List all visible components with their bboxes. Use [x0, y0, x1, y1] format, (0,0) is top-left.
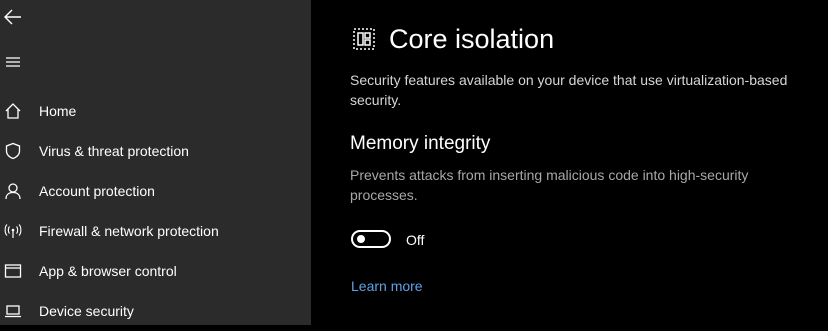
person-icon — [3, 181, 23, 201]
sidebar-item-label: Account protection — [39, 183, 155, 199]
page-title: Core isolation — [389, 23, 555, 54]
sidebar-item-device-security[interactable]: Device security — [0, 291, 311, 331]
page-header: Core isolation — [350, 22, 554, 56]
main-content: Core isolation Security features availab… — [311, 0, 828, 325]
sidebar-item-app-browser-control[interactable]: App & browser control — [0, 251, 311, 291]
sidebar-item-label: Virus & threat protection — [39, 143, 189, 159]
memory-integrity-toggle[interactable] — [351, 230, 391, 248]
toggle-state-label: Off — [406, 232, 425, 248]
sidebar-item-label: Device security — [39, 303, 134, 319]
shield-icon — [3, 141, 23, 161]
wifi-broadcast-icon — [3, 221, 23, 241]
sidebar-item-label: App & browser control — [39, 263, 177, 279]
sidebar-item-label: Firewall & network protection — [39, 223, 219, 239]
page-description: Security features available on your devi… — [350, 72, 788, 108]
laptop-icon — [3, 301, 23, 321]
sidebar-item-firewall-network-protection[interactable]: Firewall & network protection — [0, 211, 311, 251]
back-button[interactable] — [0, 4, 26, 30]
sidebar-item-account-protection[interactable]: Account protection — [0, 171, 311, 211]
menu-button[interactable] — [0, 49, 26, 75]
browser-window-icon — [3, 261, 23, 281]
sidebar-item-home[interactable]: Home — [0, 91, 311, 131]
sidebar-item-virus-threat-protection[interactable]: Virus & threat protection — [0, 131, 311, 171]
toggle-knob — [357, 235, 365, 243]
home-icon — [3, 101, 23, 121]
sidebar: Home Virus & threat protection Account p… — [0, 0, 311, 325]
learn-more-link[interactable]: Learn more — [351, 278, 423, 294]
sidebar-item-label: Home — [39, 103, 77, 119]
core-isolation-chip-icon — [350, 25, 378, 53]
hamburger-icon — [6, 57, 20, 67]
memory-integrity-heading: Memory integrity — [350, 133, 491, 154]
memory-integrity-description: Prevents attacks from inserting maliciou… — [350, 167, 749, 203]
back-arrow-icon — [4, 9, 21, 25]
